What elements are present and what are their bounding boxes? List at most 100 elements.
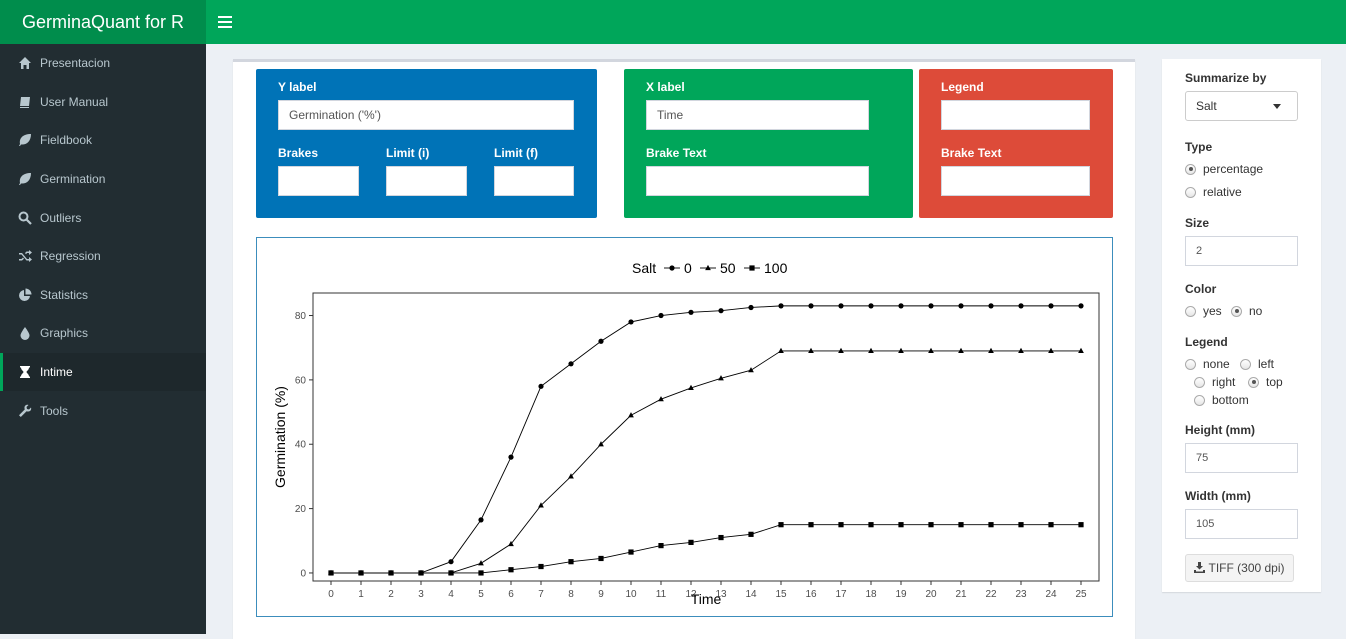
limit-f-label: Limit (f) <box>494 146 538 160</box>
leaf-icon <box>18 133 32 147</box>
sidebar-item-regression[interactable]: Regression <box>0 237 206 276</box>
limit-i-input[interactable] <box>386 166 467 196</box>
sidebar-item-outliers[interactable]: Outliers <box>0 198 206 237</box>
legend-radio-none[interactable]: none <box>1185 357 1230 371</box>
brakes-input[interactable] <box>278 166 359 196</box>
legend-radio-bottom[interactable]: bottom <box>1194 393 1249 407</box>
x-label-input[interactable]: Time <box>646 100 869 130</box>
data-point-square <box>388 570 394 576</box>
x-axis-title: Time <box>691 591 722 607</box>
data-point-square <box>928 522 934 528</box>
legend-brake-text-input[interactable] <box>941 166 1090 196</box>
height-input[interactable]: 75 <box>1185 443 1298 473</box>
sidebar-item-germination[interactable]: Germination <box>0 160 206 199</box>
data-point-square <box>718 534 724 541</box>
sidebar-item-label: Statistics <box>40 287 89 302</box>
data-point-circle <box>808 303 814 309</box>
type-radio-relative[interactable]: relative <box>1185 185 1242 199</box>
x-tick-label: 23 <box>1015 589 1027 600</box>
type-label: Type <box>1185 140 1213 154</box>
data-point-circle <box>898 303 904 309</box>
size-input[interactable]: 2 <box>1185 236 1298 266</box>
hourglass-icon <box>18 365 32 379</box>
plot-container: Salt 0 50 100 0 1 2 3 4 5 6 7 8 9 10 11 12 13 14 15 16 17 18… <box>256 237 1113 617</box>
download-tiff-button[interactable]: TIFF (300 dpi) <box>1185 554 1294 582</box>
brakes-label: Brakes <box>278 146 319 160</box>
color-radio-yes[interactable]: yes <box>1185 304 1222 318</box>
sidebar-item-user-manual[interactable]: User Manual <box>0 83 206 122</box>
download-icon <box>1194 556 1206 582</box>
summarize-select[interactable]: Salt <box>1185 91 1298 121</box>
data-point-circle <box>718 308 724 314</box>
sidebar-item-label: User Manual <box>40 94 109 109</box>
data-point-square <box>478 570 484 576</box>
data-point-circle <box>928 303 934 309</box>
y-label-input[interactable]: Germination ('%') <box>278 100 574 130</box>
x-tick-label: 14 <box>745 589 757 600</box>
data-point-square <box>1018 522 1024 528</box>
sidebar-item-fieldbook[interactable]: Fieldbook <box>0 121 206 160</box>
data-point-circle <box>669 265 675 271</box>
y-tick-label: 80 <box>295 311 307 322</box>
sidebar-item-statistics[interactable]: Statistics <box>0 276 206 315</box>
x-tick-label: 5 <box>478 589 484 600</box>
y-axis-title: Germination (%) <box>272 386 288 488</box>
pie-chart-icon <box>18 288 32 302</box>
legend-title: Legend <box>941 80 984 94</box>
data-point-square <box>749 265 755 271</box>
random-icon <box>18 249 32 263</box>
wrench-icon <box>18 404 32 418</box>
sidebar-item-graphics[interactable]: Graphics <box>0 314 206 353</box>
germination-intime-chart: Salt 0 50 100 0 1 2 3 4 5 6 7 8 9 10 11 12 13 14 15 16 17 18… <box>272 260 1100 607</box>
data-point-square <box>958 522 964 528</box>
data-point-circle <box>658 312 664 319</box>
color-radio-no[interactable]: no <box>1231 304 1262 318</box>
y-tick-label: 60 <box>295 375 307 386</box>
y-label-title: Y label <box>278 80 317 94</box>
x-tick-label: 22 <box>985 589 997 600</box>
sidebar-toggle-icon[interactable] <box>218 13 232 29</box>
x-brake-text-input[interactable] <box>646 166 869 196</box>
sidebar-item-label: Intime <box>40 365 73 380</box>
data-point-square <box>808 522 814 528</box>
sidebar-item-presentacion[interactable]: Presentacion <box>0 44 206 83</box>
data-point-square <box>778 522 784 528</box>
data-point-circle <box>478 517 484 523</box>
data-point-square <box>1048 522 1054 528</box>
x-tick-label: 15 <box>775 589 787 600</box>
x-brake-text-label: Brake Text <box>646 146 707 160</box>
width-label: Width (mm) <box>1185 489 1251 503</box>
sidebar-item-intime[interactable]: Intime <box>0 352 206 392</box>
data-point-circle <box>748 304 754 311</box>
x-tick-label: 1 <box>358 589 364 600</box>
limit-f-input[interactable] <box>494 166 574 196</box>
tint-icon <box>18 326 32 341</box>
legend-radio-right[interactable]: right <box>1194 375 1235 389</box>
data-point-square <box>538 563 544 570</box>
caret-down-icon <box>1273 104 1281 109</box>
x-tick-label: 16 <box>805 589 817 600</box>
sidebar-item-tools[interactable]: Tools <box>0 391 206 430</box>
data-point-square <box>988 522 994 528</box>
limit-i-label: Limit (i) <box>386 146 430 160</box>
legend-radio-left[interactable]: left <box>1240 357 1274 371</box>
legend-entry-100: 100 <box>764 260 788 276</box>
x-tick-label: 10 <box>625 589 637 600</box>
data-point-circle <box>1078 303 1084 309</box>
data-point-square <box>358 570 364 576</box>
color-label: Color <box>1185 282 1217 296</box>
data-point-circle <box>838 303 844 309</box>
y-tick-label: 40 <box>295 440 307 451</box>
legend-radio-top[interactable]: top <box>1248 375 1283 389</box>
x-tick-label: 11 <box>656 589 667 600</box>
data-point-square <box>658 543 664 549</box>
type-radio-percentage[interactable]: percentage <box>1185 162 1263 176</box>
legend-brake-text-label: Brake Text <box>941 146 1002 160</box>
x-tick-label: 21 <box>955 589 967 600</box>
data-point-circle <box>508 454 514 460</box>
legend-input[interactable] <box>941 100 1090 130</box>
width-input[interactable]: 105 <box>1185 509 1298 539</box>
app-logo[interactable]: GerminaQuant for R <box>0 0 206 44</box>
x-tick-label: 6 <box>508 589 514 600</box>
sidebar: Presentacion User Manual Fieldbook Germi… <box>0 44 206 634</box>
